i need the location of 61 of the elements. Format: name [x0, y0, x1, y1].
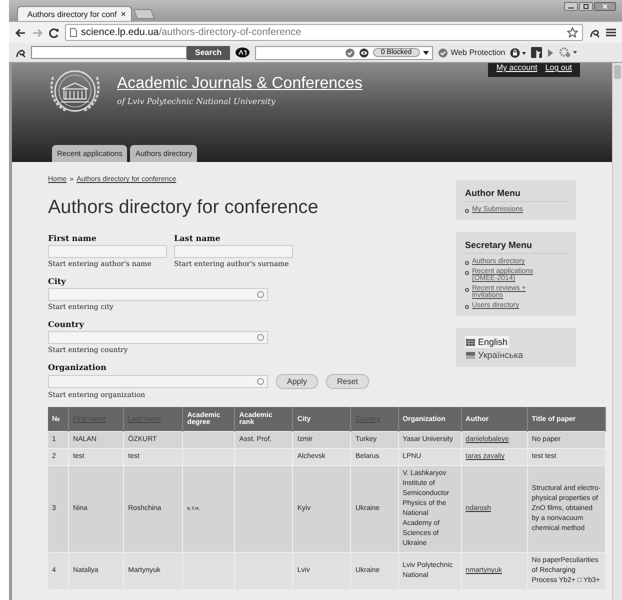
bullet-icon [465, 271, 469, 275]
gears-icon[interactable] [559, 47, 578, 58]
autocomplete-field[interactable] [48, 375, 268, 388]
bullet-icon [465, 209, 469, 213]
bullet-icon [465, 288, 469, 292]
browser-tab[interactable]: Authors directory for conf × [17, 6, 132, 21]
flag-icon [466, 338, 475, 346]
page-title: Authors directory for conference [48, 197, 320, 219]
eye-icon [358, 48, 370, 58]
check-icon [344, 48, 355, 58]
search-button[interactable]: Search [187, 46, 230, 60]
page-icon [70, 28, 77, 37]
account-link[interactable]: Log out [545, 63, 572, 72]
form-button[interactable]: Reset [326, 374, 369, 389]
field-label: Last name [174, 233, 222, 243]
sidebar-heading: Author Menu [465, 188, 568, 202]
text-field[interactable] [174, 245, 293, 258]
throbber-icon [257, 334, 264, 341]
web-protection-button[interactable]: Web Protection [438, 48, 506, 58]
account-link[interactable]: My account [496, 63, 538, 72]
field-label: Organization [48, 362, 108, 372]
field-label: City [48, 276, 67, 286]
language-link[interactable]: English [465, 336, 509, 348]
search-field[interactable] [31, 46, 187, 59]
minimize-icon[interactable] [564, 2, 578, 11]
flag-icon [466, 352, 475, 358]
text-field[interactable] [48, 245, 167, 258]
autocomplete-field[interactable] [48, 331, 268, 344]
bullet-icon [465, 305, 469, 309]
scrollbar[interactable] [612, 63, 622, 600]
scroll-thumb[interactable] [614, 65, 621, 79]
reload-icon[interactable] [49, 28, 59, 38]
tab-title: Authors directory for conf [27, 10, 117, 18]
lock-icon[interactable] [510, 48, 526, 58]
web-protection-label: Web Protection [450, 48, 506, 57]
check-icon [438, 48, 448, 58]
form-button[interactable]: Apply [276, 374, 318, 389]
square-logo-icon[interactable] [531, 47, 542, 58]
swirl-icon[interactable] [589, 28, 600, 38]
swirl-icon[interactable] [15, 48, 26, 58]
site-subtitle: of Lviv Polytechnic National University [117, 97, 276, 106]
autocomplete-field[interactable] [48, 288, 268, 301]
caret-icon [422, 50, 429, 54]
back-arrow-icon[interactable] [15, 28, 26, 38]
field-label: First name [48, 233, 98, 243]
close-icon[interactable] [594, 2, 616, 11]
sidebar-heading: Secretary Menu [465, 240, 568, 254]
menu-icon[interactable] [606, 28, 616, 37]
address-bar[interactable]: science.lp.edu.ua/authors-directory-of-conference [65, 24, 583, 41]
bullet-icon [465, 261, 469, 265]
oval-logo-icon[interactable] [234, 47, 250, 58]
language-link[interactable]: Українська [465, 349, 524, 361]
throbber-icon [257, 291, 264, 298]
url-text: science.lp.edu.ua/authors-directory-of-conference [81, 27, 302, 38]
close-tab-button[interactable]: × [120, 9, 126, 19]
throbber-icon [257, 378, 264, 385]
field-label: Country [48, 319, 85, 329]
site-title-link[interactable]: Academic Journals & Conferences [117, 75, 474, 93]
star-icon[interactable] [567, 27, 578, 38]
play-icon[interactable] [547, 48, 554, 58]
maximize-icon[interactable] [579, 2, 593, 11]
